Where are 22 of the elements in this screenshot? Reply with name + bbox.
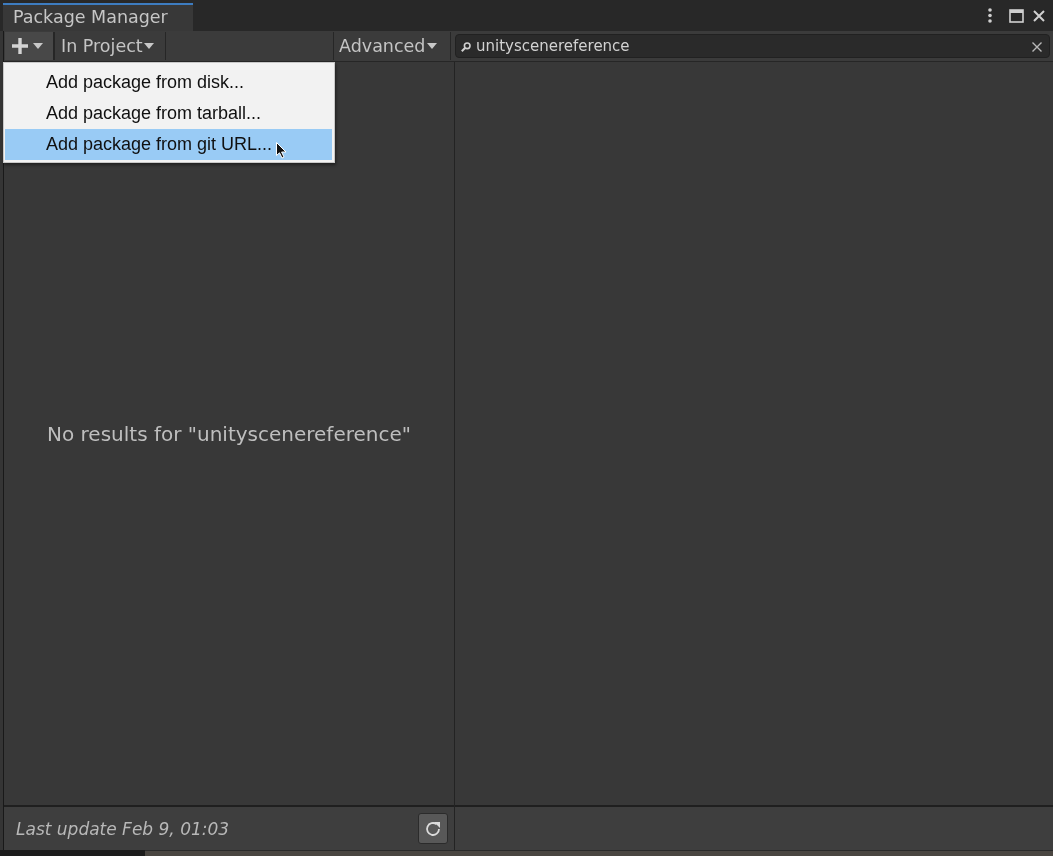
window-tab[interactable]: Package Manager — [3, 3, 193, 31]
filter-dropdown[interactable]: In Project — [54, 32, 166, 60]
more-options-icon[interactable] — [988, 8, 992, 23]
menu-item[interactable]: Add package from git URL... — [5, 129, 332, 160]
maximize-icon[interactable] — [1009, 8, 1024, 23]
empty-message: No results for "unityscenereference" — [47, 421, 411, 446]
advanced-dropdown[interactable]: Advanced — [333, 32, 451, 60]
search-icon — [461, 42, 471, 52]
search-field[interactable]: unityscenereference — [455, 34, 1050, 58]
mouse-pointer-icon — [276, 142, 287, 159]
caret-icon — [143, 43, 154, 49]
clear-icon[interactable] — [1032, 42, 1042, 52]
menu-item[interactable]: Add package from disk... — [5, 67, 332, 98]
close-icon[interactable] — [1033, 9, 1045, 22]
add-button[interactable] — [5, 32, 54, 60]
last-update-text: Last update Feb 9, 01:03 — [16, 818, 230, 839]
refresh-icon — [424, 819, 442, 838]
menu-item[interactable]: Add package from tarball... — [5, 98, 332, 129]
refresh-button[interactable] — [418, 813, 448, 844]
plus-icon — [12, 38, 28, 54]
caret-icon — [427, 43, 438, 49]
caret-icon — [33, 43, 43, 49]
